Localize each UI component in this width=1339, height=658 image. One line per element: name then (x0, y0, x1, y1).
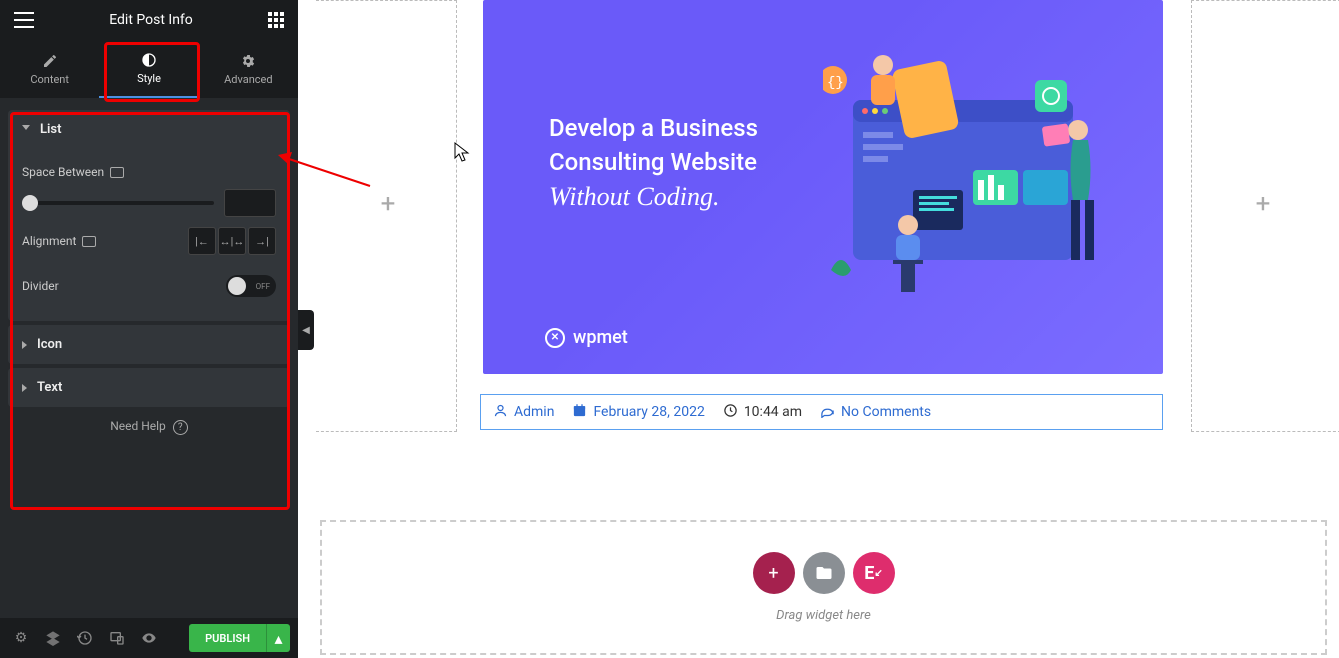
post-info-date: February 28, 2022 (572, 403, 704, 422)
svg-text:{}: {} (827, 75, 844, 91)
section-actions: + E↙ (753, 552, 895, 594)
pencil-icon (42, 53, 58, 69)
preview-icon[interactable] (136, 625, 162, 651)
section-list-body: Space Between Alignment (8, 149, 290, 321)
hero-line3: Without Coding. (549, 179, 758, 215)
calendar-icon (572, 403, 587, 422)
cursor-icon (454, 142, 470, 167)
divider-row: Divider OFF (22, 265, 276, 307)
elementskit-button[interactable]: E↙ (853, 552, 895, 594)
sidebar-header: Edit Post Info (0, 0, 298, 40)
brand-name: wpmet (573, 327, 628, 348)
publish-group: PUBLISH ▴ (189, 624, 290, 652)
collapse-sidebar-button[interactable]: ◀ (298, 310, 314, 350)
publish-button[interactable]: PUBLISH (189, 624, 266, 652)
publish-options-button[interactable]: ▴ (266, 624, 290, 652)
add-widget-right[interactable]: + (1251, 192, 1275, 216)
gear-icon (240, 53, 256, 69)
alignment-buttons: |← ↔|↔ →| (188, 227, 276, 255)
editor-sidebar: Edit Post Info Content Style Advanced Li… (0, 0, 298, 658)
featured-image: Develop a Business Consulting Website Wi… (483, 0, 1163, 374)
section-title: List (40, 122, 61, 137)
section-text-header[interactable]: Text (8, 368, 290, 407)
responsive-icon[interactable] (110, 167, 124, 178)
help-icon: ? (173, 420, 188, 435)
divider-label: Divider (22, 279, 59, 293)
post-info-widget[interactable]: Admin February 28, 2022 10:44 am No Comm… (480, 394, 1163, 430)
chevron-right-icon (22, 341, 27, 349)
hero-text: Develop a Business Consulting Website Wi… (549, 112, 758, 216)
section-icon: Icon (8, 325, 290, 364)
hero-illustration: {} (823, 40, 1123, 310)
tab-label: Content (30, 73, 69, 86)
date-link[interactable]: February 28, 2022 (593, 404, 704, 420)
alignment-label: Alignment (22, 234, 76, 248)
settings-icon[interactable]: ⚙ (8, 625, 34, 651)
help-row[interactable]: Need Help ? (0, 407, 298, 447)
add-widget-left[interactable]: + (376, 192, 400, 216)
add-section-button[interactable]: + (753, 552, 795, 594)
user-icon (493, 403, 508, 422)
toggle-thumb (228, 277, 246, 295)
editor-canvas: + Develop a Business Consulting Website … (316, 0, 1339, 658)
space-between-input[interactable] (224, 189, 276, 217)
tab-advanced[interactable]: Advanced (199, 40, 298, 98)
brand-logo-icon: ✕ (545, 328, 565, 348)
responsive-icon[interactable] (82, 236, 96, 247)
author-link[interactable]: Admin (514, 404, 554, 420)
align-left-button[interactable]: |← (188, 227, 216, 255)
section-text: Text (8, 368, 290, 407)
folder-icon (815, 564, 833, 582)
divider-toggle[interactable]: OFF (226, 275, 276, 297)
tab-label: Advanced (224, 73, 272, 86)
space-between-slider[interactable] (22, 201, 214, 205)
responsive-mode-icon[interactable] (104, 625, 130, 651)
tab-label: Style (137, 72, 161, 85)
comment-icon (820, 403, 835, 422)
tabs: Content Style Advanced (0, 40, 298, 98)
slider-thumb[interactable] (22, 195, 38, 211)
template-library-button[interactable] (803, 552, 845, 594)
alignment-row: Alignment |← ↔|↔ →| (22, 217, 276, 265)
space-between-row: Space Between (22, 155, 276, 189)
hero-line2: Consulting Website (549, 146, 758, 180)
drop-area[interactable]: + E↙ Drag widget here (320, 520, 1327, 655)
hero-line1: Develop a Business (549, 112, 758, 146)
post-info-author: Admin (493, 403, 554, 422)
panel-title: Edit Post Info (34, 12, 268, 28)
section-title: Icon (37, 337, 62, 352)
brand-badge: ✕ wpmet (545, 327, 628, 348)
menu-icon[interactable] (14, 12, 34, 28)
contrast-icon (141, 52, 157, 68)
tab-content[interactable]: Content (0, 40, 99, 98)
align-center-button[interactable]: ↔|↔ (218, 227, 246, 255)
tab-style[interactable]: Style (99, 40, 198, 98)
space-between-slider-row (22, 189, 276, 217)
section-list-header[interactable]: List (8, 110, 290, 149)
toggle-state: OFF (256, 282, 270, 291)
time-text: 10:44 am (744, 404, 802, 420)
help-label: Need Help (110, 419, 166, 433)
history-icon[interactable] (72, 625, 98, 651)
post-info-time: 10:44 am (723, 403, 802, 422)
align-right-button[interactable]: →| (248, 227, 276, 255)
space-between-label: Space Between (22, 165, 104, 179)
navigator-icon[interactable] (40, 625, 66, 651)
clock-icon (723, 403, 738, 422)
section-icon-header[interactable]: Icon (8, 325, 290, 364)
section-title: Text (37, 380, 62, 395)
drag-hint: Drag widget here (776, 608, 871, 623)
apps-icon[interactable] (268, 12, 284, 28)
chevron-right-icon (22, 384, 27, 392)
comments-link[interactable]: No Comments (841, 404, 931, 420)
post-info-comments: No Comments (820, 403, 931, 422)
chevron-down-icon (22, 125, 30, 134)
section-list: List Space Between Alignm (8, 110, 290, 321)
sidebar-footer: ⚙ PUBLISH ▴ (0, 618, 298, 658)
